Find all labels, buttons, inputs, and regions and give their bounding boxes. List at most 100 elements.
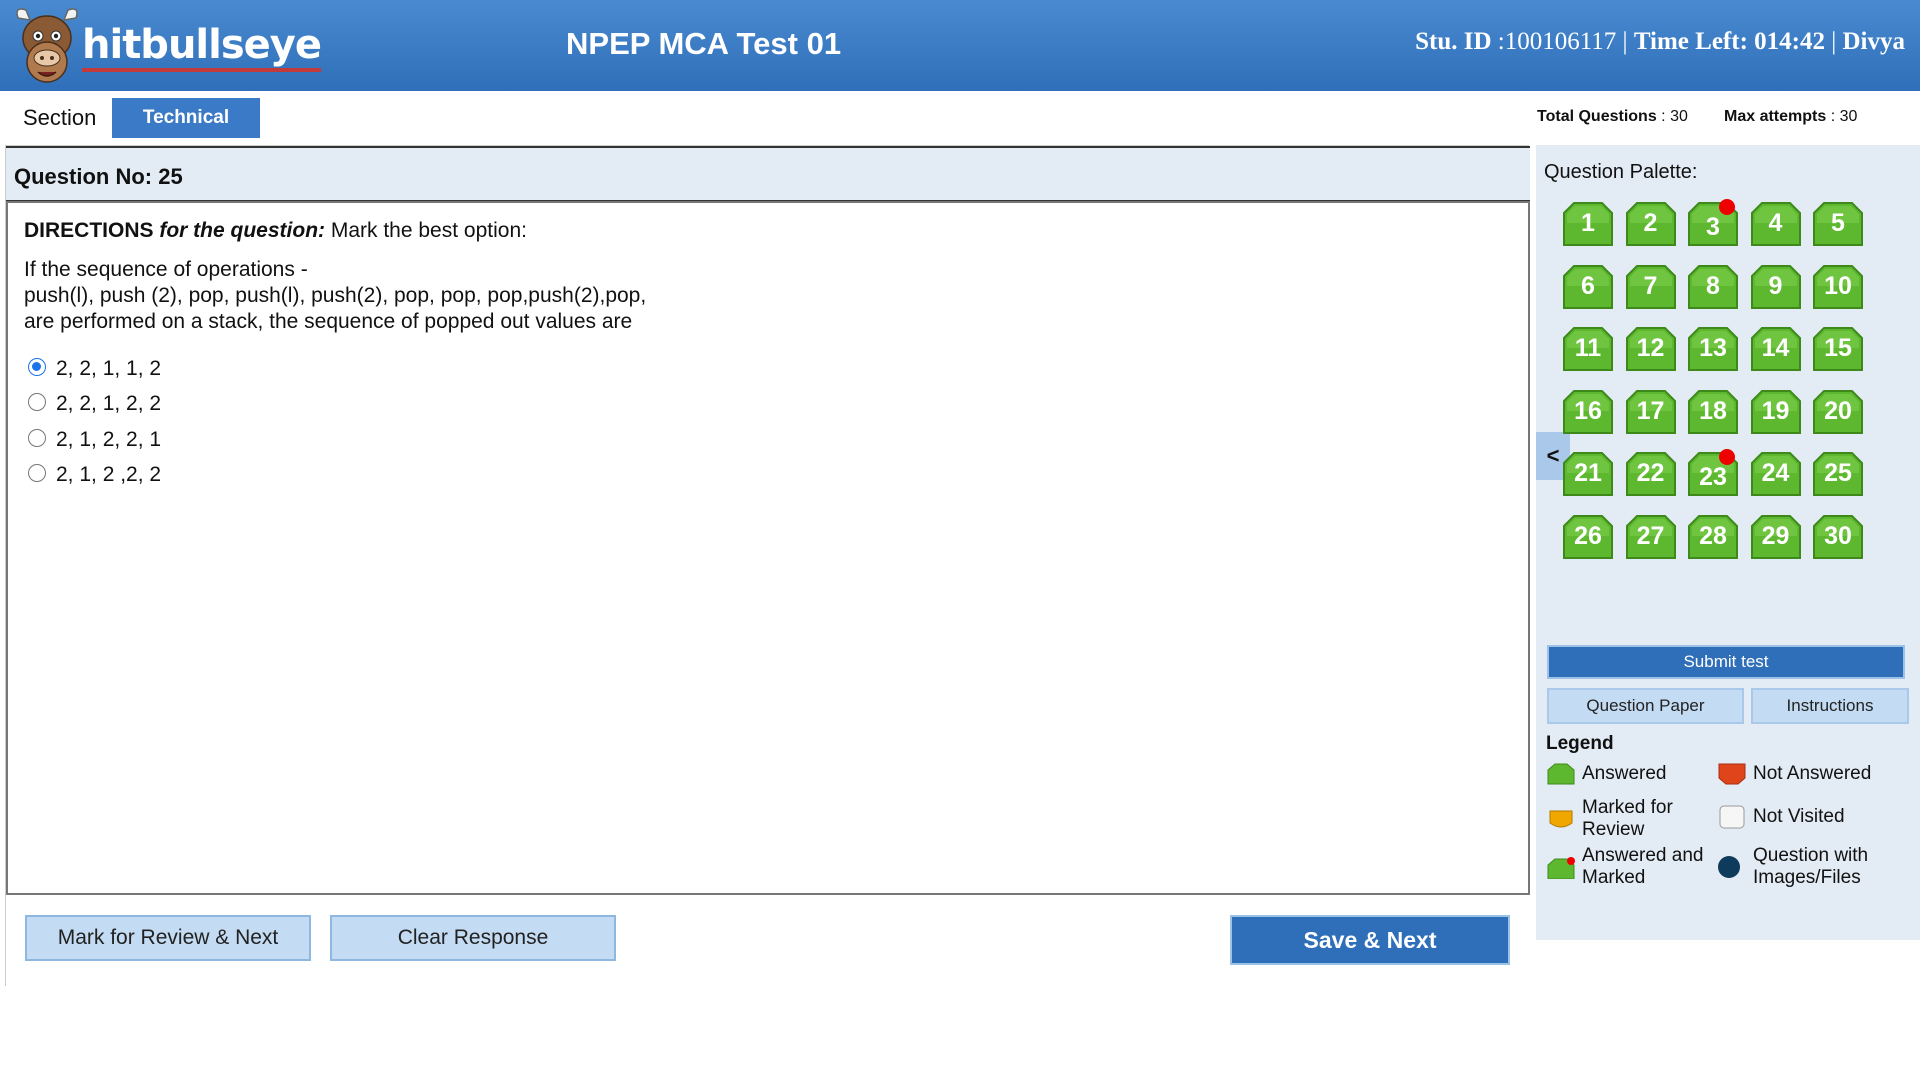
palette-question-8[interactable]: 8: [1687, 264, 1739, 310]
palette-question-number: 4: [1768, 209, 1783, 237]
user-name: Divya: [1842, 28, 1906, 55]
option-label: 2, 2, 1, 2, 2: [56, 392, 162, 416]
palette-question-number: 29: [1761, 521, 1790, 550]
palette-question-3[interactable]: 3: [1687, 199, 1739, 247]
save-next-button[interactable]: Save & Next: [1230, 915, 1510, 965]
directions: DIRECTIONS for the question: Mark the be…: [24, 219, 527, 243]
palette-question-24[interactable]: 24: [1750, 451, 1802, 497]
palette-question-11[interactable]: 11: [1562, 326, 1614, 372]
palette-question-number: 18: [1699, 396, 1727, 425]
palette-question-number: 7: [1643, 271, 1658, 300]
palette-question-22[interactable]: 22: [1625, 451, 1677, 497]
student-info: Stu. ID :100106117 | Time Left: 014:42 |…: [1415, 28, 1905, 56]
palette-question-23[interactable]: 23: [1687, 449, 1739, 497]
action-footer: Mark for Review & Next Clear Response Sa…: [6, 895, 1530, 987]
palette-question-1[interactable]: 1: [1562, 201, 1614, 247]
palette-question-21[interactable]: 21: [1562, 451, 1614, 497]
question-palette: Question Palette: < 1 2 3 4 5 6 7 8 9 10 11 12 13 14 1…: [1536, 145, 1920, 940]
palette-question-number: 24: [1761, 459, 1790, 487]
legend-label: Question with Images/Files: [1753, 845, 1869, 888]
palette-question-7[interactable]: 7: [1625, 264, 1677, 310]
total-questions-value: : 30: [1661, 108, 1688, 125]
radio-button[interactable]: [28, 393, 46, 412]
palette-question-28[interactable]: 28: [1687, 514, 1739, 560]
mark-review-next-button[interactable]: Mark for Review & Next: [25, 915, 311, 961]
palette-question-13[interactable]: 13: [1687, 326, 1739, 372]
student-id-value: :100106117: [1491, 28, 1617, 55]
option-4[interactable]: 2, 1, 2 ,2, 2: [28, 458, 161, 494]
question-line: are performed on a stack, the sequence o…: [24, 310, 633, 333]
max-attempts: Max attempts : 30: [1724, 108, 1857, 126]
palette-question-30[interactable]: 30: [1812, 514, 1864, 560]
palette-question-10[interactable]: 10: [1812, 264, 1864, 310]
radio-button[interactable]: [28, 428, 46, 447]
total-questions: Total Questions : 30: [1537, 108, 1688, 126]
legend-marked-review: Marked for Review: [1546, 797, 1716, 841]
instructions-button[interactable]: Instructions: [1751, 688, 1909, 724]
palette-question-number: 9: [1768, 271, 1783, 300]
palette-question-26[interactable]: 26: [1562, 514, 1614, 560]
option-3[interactable]: 2, 1, 2, 2, 1: [28, 422, 161, 458]
palette-question-12[interactable]: 12: [1625, 326, 1677, 372]
palette-question-17[interactable]: 17: [1625, 389, 1677, 435]
palette-question-5[interactable]: 5: [1812, 201, 1864, 247]
legend-answered: Answered: [1546, 762, 1667, 786]
palette-question-number: 13: [1699, 334, 1727, 362]
palette-question-number: 22: [1636, 459, 1665, 487]
option-2[interactable]: 2, 2, 1, 2, 2: [28, 387, 161, 423]
palette-question-16[interactable]: 16: [1562, 389, 1614, 435]
palette-question-number: 5: [1831, 209, 1845, 237]
section-label: Section: [23, 105, 97, 130]
bull-mascot-icon: [12, 4, 82, 88]
palette-question-number: 12: [1636, 334, 1665, 362]
option-1[interactable]: 2, 2, 1, 1, 2: [28, 351, 161, 387]
palette-question-number: 25: [1824, 459, 1852, 487]
palette-question-18[interactable]: 18: [1687, 389, 1739, 435]
question-line: If the sequence of operations -: [24, 258, 308, 281]
palette-question-number: 27: [1636, 521, 1665, 550]
palette-question-2[interactable]: 2: [1625, 201, 1677, 247]
question-line: push(l), push (2), pop, push(l), push(2)…: [24, 284, 647, 307]
submit-test-button[interactable]: Submit test: [1547, 645, 1905, 679]
legend-label: Not Answered: [1753, 763, 1872, 784]
palette-question-9[interactable]: 9: [1750, 264, 1802, 310]
total-questions-label: Total Questions: [1537, 108, 1657, 125]
answered-icon: [1546, 762, 1576, 786]
palette-question-25[interactable]: 25: [1812, 451, 1864, 497]
legend-not-answered: Not Answered: [1717, 762, 1871, 786]
not-answered-icon: [1717, 762, 1747, 786]
marked-review-icon: [1546, 807, 1576, 831]
question-panel: Question No: 25 DIRECTIONS for the quest…: [5, 145, 1530, 987]
clear-response-button[interactable]: Clear Response: [330, 915, 616, 961]
student-id-label: Stu. ID: [1415, 28, 1492, 55]
palette-question-number: 11: [1574, 334, 1602, 362]
logo: hitbullseye: [12, 4, 322, 88]
palette-question-number: 16: [1574, 396, 1602, 425]
question-body: DIRECTIONS for the question: Mark the be…: [6, 201, 1530, 895]
palette-question-number: 17: [1636, 396, 1665, 425]
radio-button-selected[interactable]: [28, 357, 46, 376]
radio-button[interactable]: [28, 464, 46, 483]
palette-question-29[interactable]: 29: [1750, 514, 1802, 560]
answer-options: 2, 2, 1, 1, 2 2, 2, 1, 2, 2 2, 1, 2, 2, …: [28, 351, 161, 493]
app-header: hitbullseye NPEP MCA Test 01 Stu. ID :10…: [0, 0, 1920, 91]
palette-question-27[interactable]: 27: [1625, 514, 1677, 560]
palette-question-number: 8: [1706, 271, 1720, 300]
question-paper-button[interactable]: Question Paper: [1547, 688, 1744, 724]
palette-question-19[interactable]: 19: [1750, 389, 1802, 435]
palette-question-15[interactable]: 15: [1812, 326, 1864, 372]
palette-question-number: 15: [1824, 334, 1852, 362]
palette-question-6[interactable]: 6: [1562, 264, 1614, 310]
tab-technical[interactable]: Technical: [112, 98, 260, 138]
palette-question-number: 30: [1824, 521, 1852, 550]
images-files-icon: [1717, 855, 1747, 879]
separator: |: [1831, 28, 1837, 55]
palette-question-number: 6: [1581, 271, 1595, 300]
palette-question-20[interactable]: 20: [1812, 389, 1864, 435]
separator: |: [1622, 28, 1628, 55]
palette-question-14[interactable]: 14: [1750, 326, 1802, 372]
max-attempts-label: Max attempts: [1724, 108, 1827, 125]
palette-question-4[interactable]: 4: [1750, 201, 1802, 247]
palette-question-number: 26: [1574, 521, 1602, 550]
legend-label: Answered and Marked: [1582, 845, 1704, 888]
